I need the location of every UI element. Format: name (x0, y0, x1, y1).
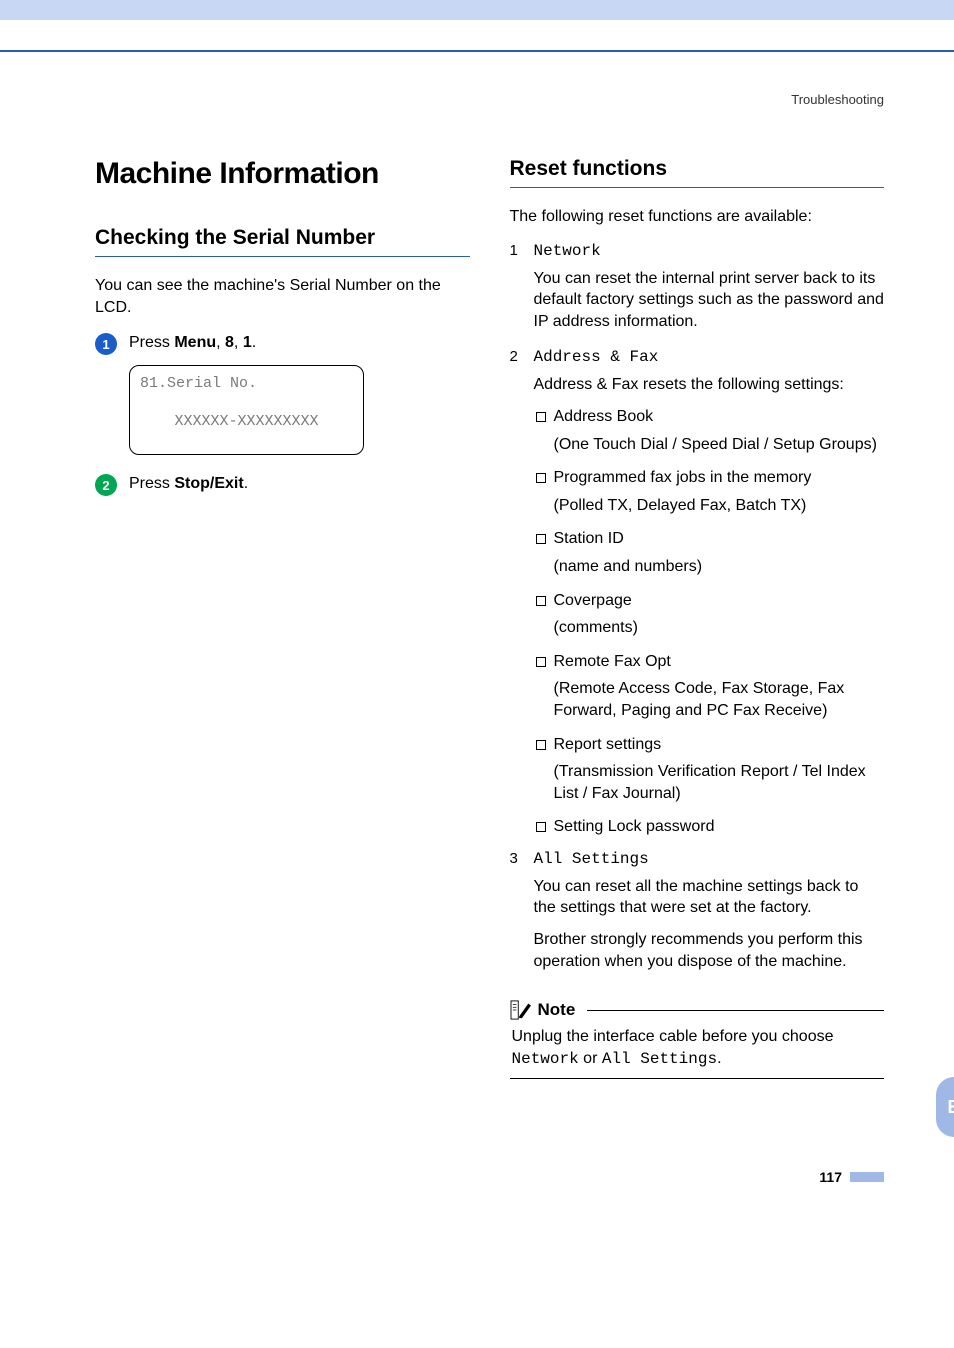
reset-3-label: All Settings (534, 850, 649, 868)
header-space (0, 20, 954, 50)
bullet-coverpage: Coverpage (534, 590, 885, 612)
lcd-display: 81.Serial No. XXXXXX-XXXXXXXXX (129, 365, 364, 455)
note-pre: Unplug the interface cable before you ch… (512, 1028, 834, 1045)
note-mono1: Network (512, 1050, 579, 1068)
step-1-text: Press Menu, 8, 1. (129, 332, 256, 354)
running-head: Troubleshooting (95, 92, 884, 107)
reset-1-body: Network You can reset the internal print… (534, 242, 885, 343)
page-footer: 117 (95, 1169, 884, 1185)
b4-title: Remote Fax Opt (554, 653, 671, 670)
two-column-layout: Machine Information Checking the Serial … (95, 157, 884, 1079)
page-number: 117 (819, 1169, 842, 1185)
reset-2-text: Address & Fax resets the following setti… (534, 374, 885, 396)
note-header: Note (510, 1000, 885, 1020)
b3-title: Coverpage (554, 592, 632, 609)
reset-1-number: 1 (510, 242, 524, 343)
bullet-remote-fax-opt: Remote Fax Opt (534, 651, 885, 673)
note-head-rule (587, 1010, 884, 1011)
lcd-blank-2 (140, 434, 353, 448)
note-box: Note Unplug the interface cable before y… (510, 1000, 885, 1079)
page-number-bar (850, 1172, 884, 1182)
step1-m1: , (216, 334, 225, 351)
reset-1-text: You can reset the internal print server … (534, 268, 885, 333)
lcd-blank (140, 396, 353, 410)
b4-detail: (Remote Access Code, Fax Storage, Fax Fo… (554, 678, 885, 721)
step1-m2: , (234, 334, 243, 351)
step-2-text: Press Stop/Exit. (129, 473, 248, 495)
reset-3-body: All Settings You can reset all the machi… (534, 850, 885, 982)
note-suffix: . (717, 1050, 721, 1067)
b6-title: Setting Lock password (554, 818, 715, 835)
b2-detail: (name and numbers) (554, 556, 885, 578)
reset-1-label: Network (534, 242, 601, 260)
step-2: 2 Press Stop/Exit. (95, 473, 470, 496)
section-heading-reset: Reset functions (510, 157, 885, 188)
b5-title: Report settings (554, 736, 662, 753)
step-1: 1 Press Menu, 8, 1. (95, 332, 470, 355)
bullet-address-book: Address Book (534, 406, 885, 428)
right-column: Reset functions The following reset func… (510, 157, 885, 1079)
bullet-station-id: Station ID (534, 528, 885, 550)
page-title: Machine Information (95, 157, 470, 191)
note-body: Unplug the interface cable before you ch… (510, 1020, 885, 1079)
lcd-line-2: XXXXXX-XXXXXXXXX (140, 410, 353, 434)
step1-8: 8 (225, 334, 234, 351)
reset-numbered-list: 1 Network You can reset the internal pri… (510, 242, 885, 983)
note-mid: or (579, 1050, 602, 1067)
step2-stopexit: Stop/Exit (174, 475, 243, 492)
bullet-programmed-fax: Programmed fax jobs in the memory (534, 467, 885, 489)
reset-3-text2: Brother strongly recommends you perform … (534, 929, 885, 972)
reset-intro: The following reset functions are availa… (510, 206, 885, 228)
top-color-bar (0, 0, 954, 20)
b1-detail: (Polled TX, Delayed Fax, Batch TX) (554, 495, 885, 517)
step1-prefix: Press (129, 334, 174, 351)
left-column: Machine Information Checking the Serial … (95, 157, 470, 1079)
serial-intro: You can see the machine's Serial Number … (95, 275, 470, 318)
step-1-icon: 1 (95, 333, 117, 355)
note-mono2: All Settings (602, 1050, 717, 1068)
side-tab: B (936, 1077, 954, 1137)
step1-suffix: . (252, 334, 256, 351)
reset-item-1: 1 Network You can reset the internal pri… (510, 242, 885, 343)
step2-suffix: . (244, 475, 248, 492)
reset-2-bullets: Address Book (One Touch Dial / Speed Dia… (534, 406, 885, 838)
step1-1: 1 (243, 334, 252, 351)
reset-3-text: You can reset all the machine settings b… (534, 876, 885, 919)
step-2-icon: 2 (95, 474, 117, 496)
bullet-report-settings: Report settings (534, 734, 885, 756)
reset-3-number: 3 (510, 850, 524, 982)
reset-item-2: 2 Address & Fax Address & Fax resets the… (510, 348, 885, 844)
note-label: Note (538, 1000, 576, 1020)
step2-prefix: Press (129, 475, 174, 492)
bullet-setting-lock: Setting Lock password (534, 816, 885, 838)
header-rule (0, 50, 954, 52)
lcd-line-1: 81.Serial No. (140, 372, 353, 396)
step1-menu: Menu (174, 334, 216, 351)
reset-2-body: Address & Fax Address & Fax resets the f… (534, 348, 885, 844)
b0-title: Address Book (554, 408, 654, 425)
reset-item-3: 3 All Settings You can reset all the mac… (510, 850, 885, 982)
page-content: Troubleshooting Machine Information Chec… (0, 92, 954, 1245)
b1-title: Programmed fax jobs in the memory (554, 469, 812, 486)
b3-detail: (comments) (554, 617, 885, 639)
section-heading-serial: Checking the Serial Number (95, 226, 470, 257)
reset-2-number: 2 (510, 348, 524, 844)
b0-detail: (One Touch Dial / Speed Dial / Setup Gro… (554, 434, 885, 456)
b2-title: Station ID (554, 530, 624, 547)
reset-2-label: Address & Fax (534, 348, 659, 366)
note-pencil-icon (510, 1000, 532, 1020)
b5-detail: (Transmission Verification Report / Tel … (554, 761, 885, 804)
